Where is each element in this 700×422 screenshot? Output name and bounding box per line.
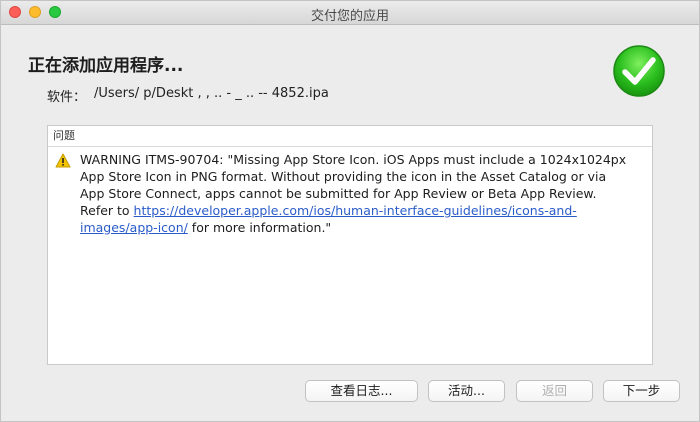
title-bar[interactable]: 交付您的应用 — [1, 1, 699, 25]
file-label: 软件： — [47, 90, 87, 105]
activity-button[interactable]: 活动... — [428, 380, 505, 402]
issue-row: WARNING ITMS-90704: "Missing App Store I… — [48, 147, 652, 236]
issues-list[interactable]: 问题 WARNING ITMS-90704: "Missing App Stor… — [47, 125, 653, 365]
page-title: 正在添加应用程序... — [28, 56, 184, 76]
deliver-app-window: 交付您的应用 正在添加应用程序... 软件： /Users/ p/Deskt ,… — [0, 0, 700, 422]
issue-text-tail: for more information." — [187, 220, 332, 235]
issues-column-header: 问题 — [48, 126, 652, 147]
success-checkmark-icon — [613, 45, 665, 97]
back-button[interactable]: 返回 — [516, 380, 593, 402]
window-title: 交付您的应用 — [310, 9, 389, 24]
warning-icon — [55, 153, 71, 168]
next-button[interactable]: 下一步 — [603, 380, 680, 402]
file-path: /Users/ p/Deskt , , .. - _ .. -- 4852.ip… — [94, 86, 329, 101]
view-log-button[interactable]: 查看日志... — [305, 380, 418, 402]
